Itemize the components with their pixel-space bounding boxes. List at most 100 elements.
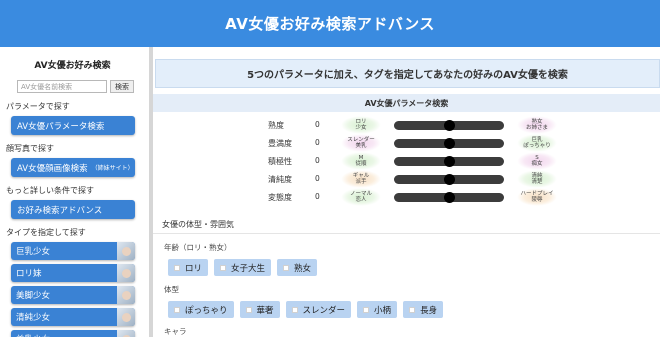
- checkbox-icon[interactable]: [174, 264, 180, 271]
- tag-checkbox[interactable]: 熟女: [277, 259, 318, 276]
- type-button-label: ロリ妹: [16, 269, 42, 279]
- type-button[interactable]: ロリ妹: [11, 264, 135, 282]
- type-button[interactable]: 美乳少女: [11, 330, 135, 337]
- search-button[interactable]: 検索: [110, 80, 134, 93]
- param-slider[interactable]: [394, 120, 504, 131]
- sidebar-heading-params: パラメータで探す: [6, 102, 70, 111]
- face-search-label: AV女優顔画像検索: [17, 163, 88, 174]
- sidebar-heading-advanced: もっと詳しい条件で探す: [6, 186, 94, 195]
- param-right-word: 陵辱: [531, 197, 543, 203]
- param-right-tag: 清純 清楚: [517, 170, 557, 188]
- sister-site-note: （姉妹サイト）: [91, 165, 134, 172]
- site-header: AV女優お好み検索アドバンス: [0, 0, 660, 47]
- type-button-label: 美脚少女: [16, 291, 51, 301]
- tag-label: ぽっちゃり: [185, 305, 228, 316]
- checkbox-icon[interactable]: [291, 306, 298, 313]
- param-name: 豊満度: [268, 139, 292, 148]
- param-value: 0: [315, 192, 320, 201]
- checkbox-icon[interactable]: [283, 264, 290, 271]
- param-slider[interactable]: [394, 138, 504, 149]
- tag-checkbox[interactable]: 長身: [403, 301, 444, 318]
- checkbox-icon[interactable]: [409, 306, 416, 313]
- param-right-word: 痴女: [531, 161, 543, 167]
- param-value: 0: [315, 120, 320, 129]
- checkbox-icon[interactable]: [363, 306, 370, 313]
- sidebar-heading-face: 顔写真で探す: [6, 144, 54, 153]
- param-right-word: ぽっちゃり: [523, 143, 551, 149]
- type-list: 巨乳少女ロリ妹美脚少女清純少女美乳少女: [0, 242, 145, 337]
- sidebar: AV女優お好み検索 検索 パラメータで探す AV女優パラメータ検索 顔写真で探す…: [0, 47, 145, 337]
- type-button[interactable]: 清純少女: [11, 308, 135, 326]
- body-label: 体型: [164, 285, 179, 294]
- params-section-title: AV女優パラメータ検索: [153, 94, 660, 112]
- slider-knob[interactable]: [443, 120, 455, 131]
- main-content: 5つのパラメータに加え、タグを指定してあなたの好みのAV女優を検索 AV女優パラ…: [153, 47, 660, 337]
- param-left-word: 派手: [355, 179, 367, 185]
- sidebar-title: AV女優お好み検索: [34, 61, 111, 71]
- slider-knob[interactable]: [443, 156, 455, 167]
- param-value: 0: [315, 174, 320, 183]
- type-button-label: 清純少女: [16, 313, 51, 323]
- age-label: 年齢（ロリ・熟女）: [164, 243, 232, 252]
- param-name: 積極性: [268, 157, 292, 166]
- parameter-sliders: 熟度 0 ロリ 少女 熟女 お姉さま 豊満度 0 スレンダー 美乳 巨乳 ぽっちゃり 積極性 0 M 従順 S 痴…: [153, 116, 660, 208]
- advanced-search-button[interactable]: お好み検索アドバンス: [11, 200, 135, 219]
- type-button-label: 巨乳少女: [16, 247, 51, 257]
- site-title: AV女優お好み検索アドバンス: [225, 15, 435, 33]
- type-thumbnail: [117, 286, 135, 304]
- checkbox-icon[interactable]: [174, 306, 180, 313]
- param-left-tag: ギャル 派手: [341, 170, 381, 188]
- chara-label: キャラ: [164, 327, 187, 336]
- type-thumbnail: [117, 330, 135, 337]
- param-row: 変態度 0 ノーマル 恋人 ハードプレイ 陵辱: [153, 188, 660, 206]
- tag-checkbox[interactable]: 小柄: [357, 301, 398, 318]
- slider-knob[interactable]: [443, 192, 455, 203]
- tag-label: 女子大生: [231, 263, 266, 274]
- type-button[interactable]: 巨乳少女: [11, 242, 135, 260]
- param-name: 熟度: [268, 121, 284, 130]
- checkbox-icon[interactable]: [245, 306, 252, 313]
- slider-knob[interactable]: [443, 174, 455, 185]
- param-search-button[interactable]: AV女優パラメータ検索: [11, 116, 135, 135]
- param-left-tag: M 従順: [341, 152, 381, 170]
- type-thumbnail: [117, 308, 135, 326]
- advanced-search-label: お好み検索アドバンス: [17, 205, 103, 216]
- body-section-title: 女優の体型・雰囲気: [153, 216, 660, 234]
- param-left-tag: ノーマル 恋人: [341, 188, 381, 206]
- param-row: 豊満度 0 スレンダー 美乳 巨乳 ぽっちゃり: [153, 134, 660, 152]
- param-left-word: 恋人: [355, 197, 367, 203]
- param-left-tag: ロリ 少女: [341, 116, 381, 134]
- type-button[interactable]: 美脚少女: [11, 286, 135, 304]
- body-tag-list: ぽっちゃり 華奢 スレンダー 小柄 長身: [168, 301, 660, 318]
- param-right-tag: S 痴女: [517, 152, 557, 170]
- tag-checkbox[interactable]: 華奢: [239, 301, 280, 318]
- param-slider[interactable]: [394, 192, 504, 203]
- tag-checkbox[interactable]: ロリ: [168, 259, 209, 276]
- param-left-word: 従順: [355, 161, 367, 167]
- checkbox-icon[interactable]: [220, 264, 227, 271]
- param-slider[interactable]: [394, 174, 504, 185]
- face-search-button[interactable]: AV女優顔画像検索 （姉妹サイト）: [11, 158, 135, 177]
- type-thumbnail: [117, 264, 135, 282]
- param-right-tag: 巨乳 ぽっちゃり: [517, 134, 557, 152]
- param-row: 熟度 0 ロリ 少女 熟女 お姉さま: [153, 116, 660, 134]
- tag-checkbox[interactable]: 女子大生: [214, 259, 272, 276]
- param-row: 清純度 0 ギャル 派手 清純 清楚: [153, 170, 660, 188]
- tag-label: 長身: [420, 305, 438, 316]
- param-value: 0: [315, 138, 320, 147]
- param-right-tag: ハードプレイ 陵辱: [517, 188, 557, 206]
- param-slider[interactable]: [394, 156, 504, 167]
- tag-label: 熟女: [294, 263, 312, 274]
- param-name: 変態度: [268, 193, 292, 202]
- sidebar-heading-type: タイプを指定して探す: [6, 228, 86, 237]
- actress-name-search-input[interactable]: [17, 80, 107, 93]
- tag-label: ロリ: [185, 263, 203, 274]
- param-left-word: 美乳: [355, 143, 367, 149]
- tag-checkbox[interactable]: ぽっちゃり: [168, 301, 234, 318]
- tag-checkbox[interactable]: スレンダー: [285, 301, 352, 318]
- param-value: 0: [315, 156, 320, 165]
- name-search-form: 検索: [17, 80, 145, 93]
- slider-knob[interactable]: [443, 138, 455, 149]
- tag-label: 華奢: [256, 305, 274, 316]
- param-right-tag: 熟女 お姉さま: [517, 116, 557, 134]
